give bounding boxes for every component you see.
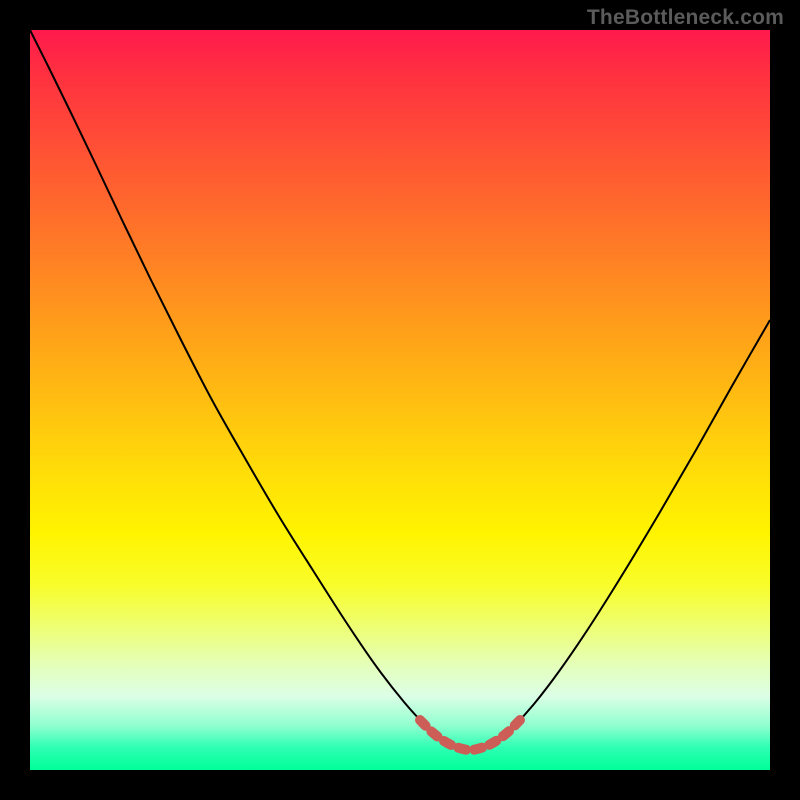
watermark-text: TheBottleneck.com xyxy=(587,6,784,30)
chart-svg xyxy=(30,30,770,770)
optimal-zone-highlight xyxy=(420,720,520,750)
chart-frame: TheBottleneck.com xyxy=(0,0,800,800)
bottleneck-curve xyxy=(30,30,770,750)
